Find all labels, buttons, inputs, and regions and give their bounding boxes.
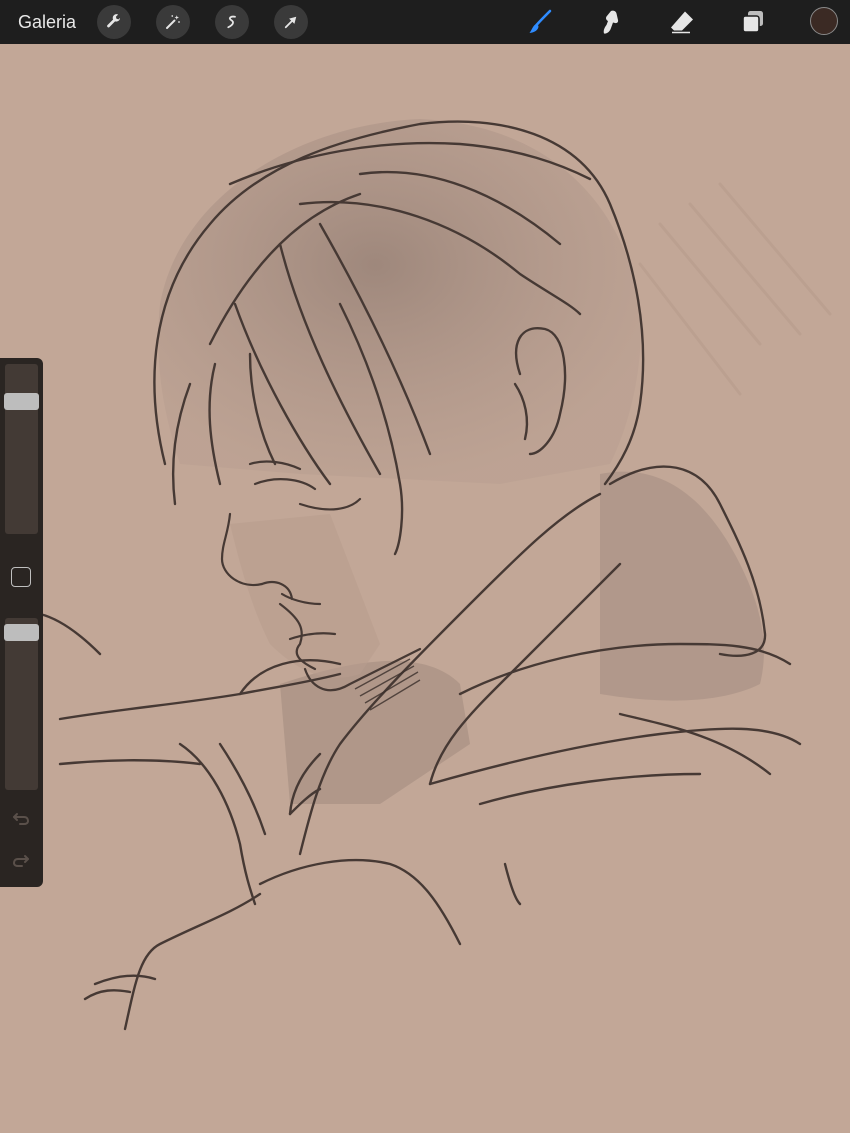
undo-icon [13, 813, 30, 825]
actions-button[interactable] [97, 5, 131, 39]
layers-icon [742, 11, 763, 33]
redo-button[interactable] [10, 849, 32, 871]
procreate-app: Galeria [0, 0, 850, 1133]
transform-button[interactable] [274, 5, 308, 39]
layers-button[interactable] [737, 6, 769, 38]
drawing-canvas[interactable] [0, 44, 850, 1133]
wrench-icon [107, 14, 121, 28]
gallery-button[interactable]: Galeria [18, 11, 76, 33]
top-toolbar: Galeria [0, 0, 850, 44]
brush-size-thumb[interactable] [4, 393, 39, 410]
eraser-icon [671, 11, 693, 34]
modify-button[interactable] [11, 567, 31, 587]
redo-icon [12, 855, 29, 867]
brush-size-slider[interactable] [4, 364, 39, 534]
selection-button[interactable] [215, 5, 249, 39]
paint-brush-button[interactable] [524, 6, 556, 38]
eraser-button[interactable] [666, 6, 698, 38]
smudge-button[interactable] [595, 6, 627, 38]
adjustments-button[interactable] [156, 5, 190, 39]
color-swatch[interactable] [810, 7, 838, 35]
undo-button[interactable] [10, 807, 32, 829]
left-sidebar [0, 358, 43, 887]
brush-icon [529, 9, 552, 33]
selection-s-icon [227, 15, 236, 29]
sketch-artwork [0, 44, 850, 1133]
magic-wand-icon [166, 15, 180, 29]
transform-arrow-icon [284, 16, 297, 29]
opacity-thumb[interactable] [4, 624, 39, 641]
opacity-slider[interactable] [4, 618, 39, 790]
smudge-icon [603, 10, 619, 34]
